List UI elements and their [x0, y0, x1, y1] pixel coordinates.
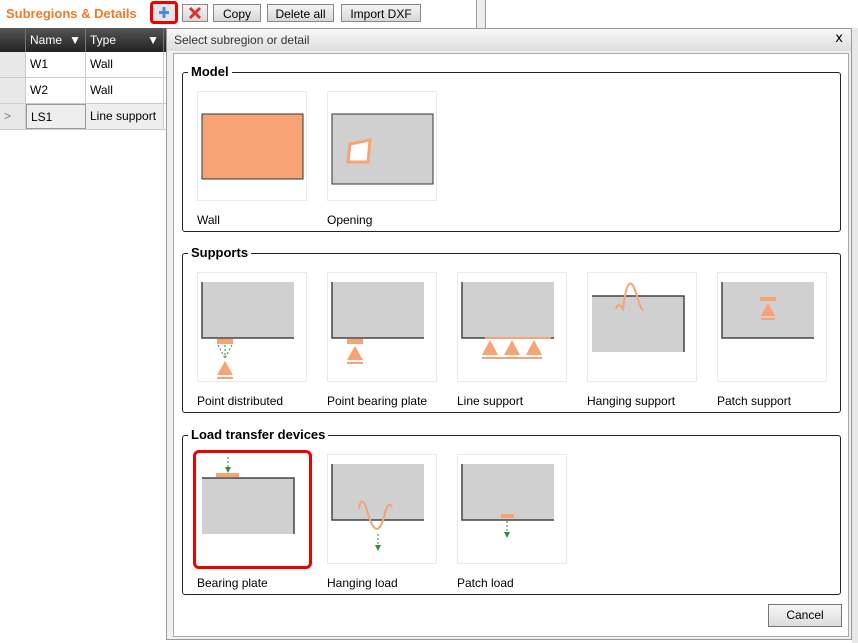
column-label: Type	[90, 33, 117, 47]
copy-button[interactable]: Copy	[213, 4, 261, 22]
tile-point-bearing-plate[interactable]	[327, 272, 437, 382]
bearing-plate-icon	[202, 457, 295, 534]
tile-label: Hanging load	[327, 576, 398, 590]
delete-button[interactable]	[182, 4, 208, 22]
tile-point-distributed[interactable]	[197, 272, 307, 382]
cell-type[interactable]: Wall	[86, 78, 164, 103]
opening-icon	[331, 113, 434, 185]
patch-support-icon	[721, 282, 814, 339]
dialog-title: Select subregion or detail	[167, 29, 851, 51]
cell-name[interactable]: W2	[26, 78, 86, 103]
filter-icon[interactable]: ▼	[147, 28, 159, 52]
delete-all-button[interactable]: Delete all	[267, 4, 334, 22]
row-header-column	[0, 28, 26, 52]
tile-label: Opening	[327, 213, 373, 227]
hanging-load-icon	[331, 464, 424, 551]
select-subregion-dialog: Select subregion or detail x Model Wall …	[166, 28, 852, 640]
subregions-grid: Name ▼ Type ▼ W1 Wall W2 Wall > LS1 Line suppo…	[0, 28, 166, 130]
tile-patch-load[interactable]	[457, 454, 567, 564]
plus-icon	[159, 7, 169, 18]
point-distributed-icon	[201, 282, 294, 379]
group-model: Model Wall Opening	[182, 64, 841, 232]
tile-opening[interactable]	[327, 91, 437, 201]
cancel-button[interactable]: Cancel	[768, 604, 842, 627]
import-dxf-button[interactable]: Import DXF	[341, 4, 421, 22]
right-edge	[852, 28, 858, 643]
group-label: Load transfer devices	[188, 427, 329, 442]
tile-label: Point distributed	[197, 394, 284, 408]
cell-name[interactable]: LS1	[26, 104, 86, 129]
panel-title: Subregions & Details	[6, 6, 137, 21]
tile-hanging-support[interactable]	[587, 272, 697, 382]
x-icon	[188, 6, 202, 20]
tile-label: Patch support	[717, 394, 792, 408]
tile-patch-support[interactable]	[717, 272, 827, 382]
filter-icon[interactable]: ▼	[69, 28, 81, 52]
tile-hanging-load[interactable]	[327, 454, 437, 564]
tile-label: Point bearing plate	[327, 394, 428, 408]
line-support-icon	[461, 282, 554, 359]
tile-wall[interactable]	[197, 91, 307, 201]
hanging-support-icon	[592, 282, 685, 352]
tile-label: Bearing plate	[197, 576, 268, 590]
group-label: Model	[188, 64, 232, 79]
cell-name[interactable]: W1	[26, 52, 86, 77]
row-selector[interactable]	[0, 52, 26, 77]
tile-label: Wall	[197, 213, 220, 227]
column-header-type[interactable]: Type ▼	[86, 28, 164, 52]
column-header-name[interactable]: Name ▼	[26, 28, 86, 52]
current-row-marker[interactable]: >	[0, 104, 26, 129]
point-bearing-plate-icon	[331, 282, 424, 364]
cell-type[interactable]: Line support	[86, 104, 164, 129]
tile-line-support[interactable]	[457, 272, 567, 382]
wall-icon	[201, 113, 304, 180]
splitter[interactable]	[476, 0, 486, 28]
tile-bearing-plate[interactable]	[193, 450, 312, 569]
group-label: Supports	[188, 245, 252, 260]
table-row[interactable]: W1 Wall	[0, 52, 166, 78]
dialog-content: Model Wall Opening Supports Point distri…	[173, 53, 849, 637]
table-row[interactable]: W2 Wall	[0, 78, 166, 104]
add-button[interactable]	[150, 1, 178, 24]
column-label: Name	[30, 33, 63, 47]
row-selector[interactable]	[0, 78, 26, 103]
close-icon[interactable]: x	[835, 29, 843, 49]
tile-label: Hanging support	[587, 394, 676, 408]
group-supports: Supports Point distributed Point bearing…	[182, 245, 841, 413]
patch-load-icon	[461, 464, 554, 538]
group-load-transfer-devices: Load transfer devices Bearing plate Hang…	[182, 427, 841, 595]
table-row[interactable]: > LS1 Line support	[0, 104, 166, 130]
cell-type[interactable]: Wall	[86, 52, 164, 77]
tile-label: Line support	[457, 394, 524, 408]
tile-label: Patch load	[457, 576, 514, 590]
